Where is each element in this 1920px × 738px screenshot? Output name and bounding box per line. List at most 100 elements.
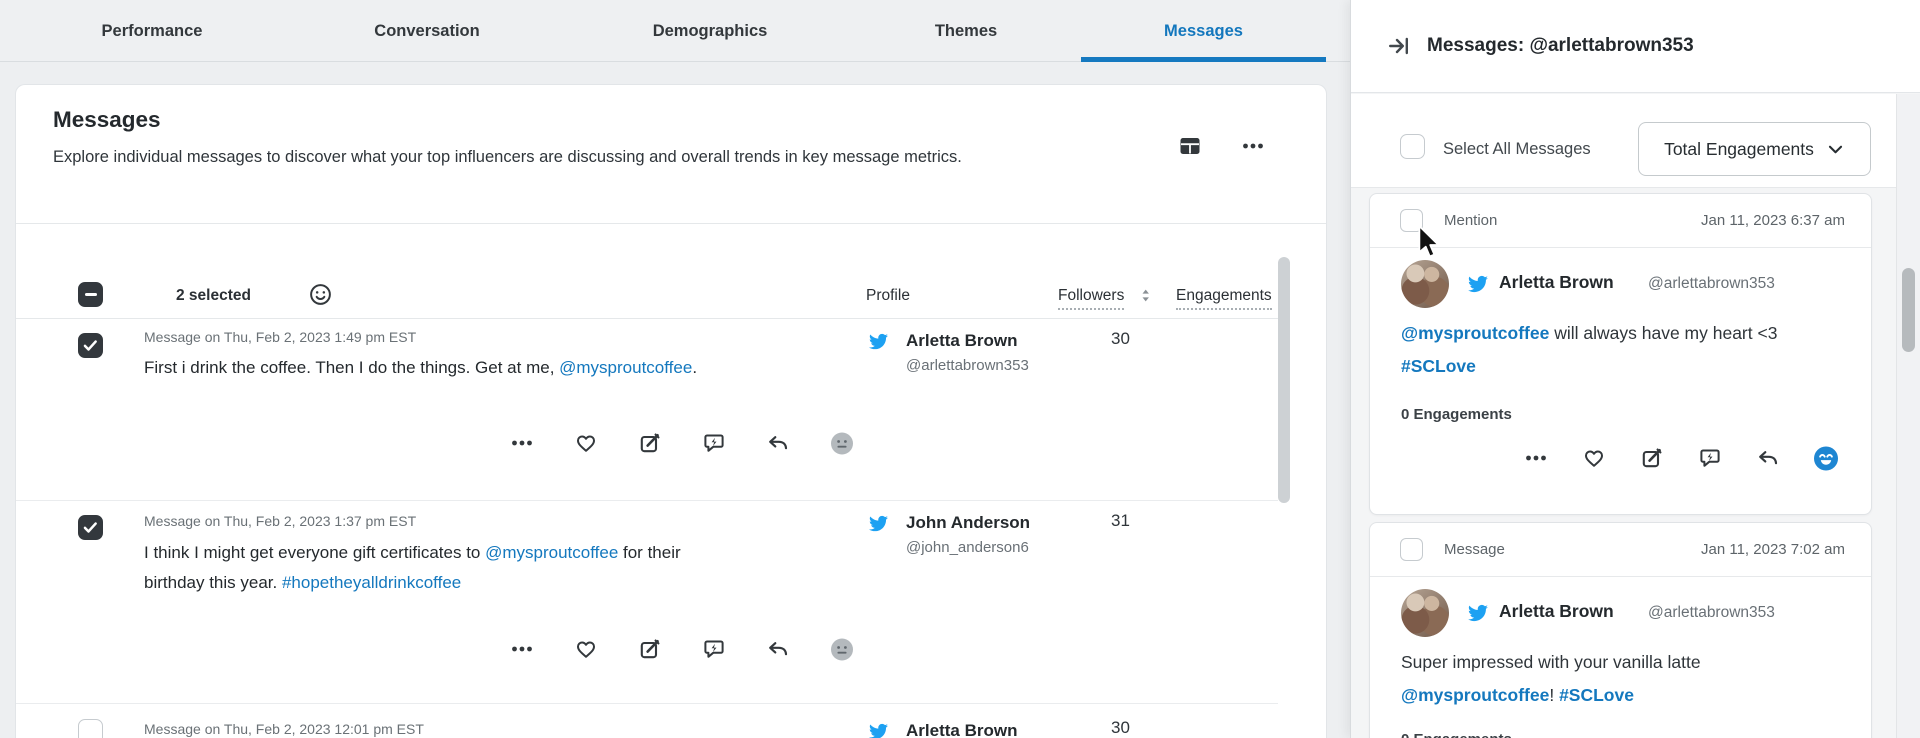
profile-name[interactable]: Arletta Brown	[906, 331, 1017, 351]
page-description: Explore individual messages to discover …	[53, 148, 962, 166]
collapse-panel-icon[interactable]	[1387, 34, 1411, 58]
tab-performance[interactable]: Performance	[92, 0, 212, 62]
tab-conversation[interactable]: Conversation	[364, 0, 490, 62]
chevron-down-icon	[1828, 145, 1842, 153]
avatar	[1401, 260, 1449, 308]
profile-handle: @arlettabrown353	[1648, 275, 1775, 292]
message-card[interactable]: Mention Jan 11, 2023 6:37 am Arletta Bro…	[1369, 193, 1872, 515]
select-all-messages-checkbox[interactable]	[1400, 134, 1425, 159]
profile-handle: @arlettabrown353	[906, 357, 1029, 374]
engagements-count: 0 Engagements	[1401, 406, 1512, 423]
more-options-icon[interactable]	[1239, 132, 1266, 159]
profile-name[interactable]: Arletta Brown	[1499, 601, 1614, 622]
table-header-row: 2 selected Profile Followers Engagements	[16, 224, 1278, 319]
card-checkbox[interactable]	[1400, 209, 1423, 232]
reply-icon[interactable]	[1756, 446, 1780, 470]
page-title: Messages	[53, 107, 161, 132]
message-row[interactable]: Message on Thu, Feb 2, 2023 12:01 pm EST…	[16, 704, 1278, 738]
quick-reply-icon[interactable]	[702, 637, 726, 661]
message-meta: Message on Thu, Feb 2, 2023 1:49 pm EST	[144, 329, 417, 345]
message-type-label: Mention	[1444, 212, 1498, 229]
message-link[interactable]: @mysproutcoffee	[559, 358, 692, 377]
messages-detail-panel: Messages: @arlettabrown353 Select All Me…	[1350, 0, 1920, 738]
sort-dropdown[interactable]: Total Engagements	[1638, 122, 1871, 176]
message-meta: Message on Thu, Feb 2, 2023 12:01 pm EST	[144, 721, 424, 737]
sentiment-neutral-icon[interactable]	[830, 637, 854, 661]
like-icon[interactable]	[574, 637, 598, 661]
select-all-checkbox[interactable]	[78, 282, 103, 307]
followers-value: 30	[1111, 329, 1130, 348]
selected-count: 2 selected	[176, 287, 251, 304]
more-options-icon[interactable]	[1524, 446, 1548, 470]
table-view-icon[interactable]	[1176, 132, 1203, 159]
message-row[interactable]: Message on Thu, Feb 2, 2023 1:49 pm EST …	[16, 319, 1278, 501]
message-text: First i drink the coffee. Then I do the …	[144, 358, 698, 377]
message-link[interactable]: #SCLove	[1401, 356, 1476, 376]
profile-handle: @arlettabrown353	[1648, 604, 1775, 621]
sentiment-positive-icon[interactable]	[1814, 445, 1838, 471]
message-link[interactable]: #SCLove	[1559, 685, 1634, 705]
compose-icon[interactable]	[1640, 446, 1664, 470]
row-checkbox[interactable]	[78, 333, 103, 358]
panel-header: Messages: @arlettabrown353	[1351, 0, 1920, 93]
reply-icon[interactable]	[766, 637, 790, 661]
twitter-icon	[1468, 603, 1488, 623]
followers-value: 31	[1111, 511, 1130, 530]
sort-carets-icon[interactable]	[1136, 284, 1155, 306]
column-header-engagements[interactable]: Engagements	[1176, 287, 1272, 310]
compose-icon[interactable]	[638, 431, 662, 455]
row-checkbox[interactable]	[78, 515, 103, 540]
tab-messages[interactable]: Messages	[1081, 0, 1326, 62]
panel-scrollbar[interactable]	[1896, 94, 1920, 738]
profile-name[interactable]: John Anderson	[906, 513, 1030, 533]
report-tabbar: Performance Conversation Demographics Th…	[0, 0, 1350, 62]
message-card[interactable]: Message Jan 11, 2023 7:02 am Arletta Bro…	[1369, 522, 1872, 738]
twitter-icon	[869, 332, 888, 351]
more-options-icon[interactable]	[510, 637, 534, 661]
profile-handle: @john_anderson6	[906, 539, 1029, 556]
profile-name[interactable]: Arletta Brown	[1499, 272, 1614, 293]
panel-message-list: Mention Jan 11, 2023 6:37 am Arletta Bro…	[1351, 188, 1897, 738]
message-text: Super impressed with your vanilla latte …	[1401, 652, 1701, 705]
followers-value: 30	[1111, 718, 1130, 737]
quick-reply-icon[interactable]	[702, 431, 726, 455]
panel-subheader: Select All Messages Total Engagements	[1351, 94, 1897, 188]
panel-title: Messages: @arlettabrown353	[1427, 35, 1694, 56]
message-type-label: Message	[1444, 541, 1505, 558]
column-header-followers[interactable]: Followers	[1058, 287, 1125, 310]
twitter-icon	[869, 514, 888, 533]
messages-table: 2 selected Profile Followers Engagements…	[16, 224, 1278, 738]
message-date: Jan 11, 2023 7:02 am	[1701, 541, 1845, 558]
like-icon[interactable]	[574, 431, 598, 455]
select-all-label: Select All Messages	[1443, 140, 1591, 158]
message-date: Jan 11, 2023 6:37 am	[1701, 212, 1845, 229]
quick-reply-icon[interactable]	[1698, 446, 1722, 470]
messages-report-card: Messages Explore individual messages to …	[15, 84, 1327, 738]
profile-name[interactable]: Arletta Brown	[906, 721, 1017, 738]
message-row[interactable]: Message on Thu, Feb 2, 2023 1:37 pm EST …	[16, 501, 1278, 704]
message-meta: Message on Thu, Feb 2, 2023 1:37 pm EST	[144, 513, 417, 529]
message-link[interactable]: #hopetheyalldrinkcoffee	[282, 573, 461, 592]
panel-scrollbar-thumb[interactable]	[1902, 268, 1915, 352]
message-link[interactable]: @mysproutcoffee	[485, 543, 618, 562]
main-region: Performance Conversation Demographics Th…	[0, 0, 1350, 738]
row-checkbox[interactable]	[78, 719, 103, 738]
message-link[interactable]: @mysproutcoffee	[1401, 685, 1549, 705]
table-scrollbar[interactable]	[1278, 257, 1290, 503]
column-header-profile: Profile	[866, 287, 910, 304]
tab-themes[interactable]: Themes	[928, 0, 1004, 62]
avatar	[1401, 589, 1449, 637]
card-checkbox[interactable]	[1400, 538, 1423, 561]
like-icon[interactable]	[1582, 446, 1606, 470]
message-text: @mysproutcoffee will always have my hear…	[1401, 323, 1778, 376]
message-link[interactable]: @mysproutcoffee	[1401, 323, 1549, 343]
more-options-icon[interactable]	[510, 431, 534, 455]
twitter-icon	[1468, 274, 1488, 294]
engagements-count: 0 Engagements	[1401, 731, 1512, 738]
sentiment-neutral-icon[interactable]	[830, 431, 854, 455]
reply-icon[interactable]	[766, 431, 790, 455]
compose-icon[interactable]	[638, 637, 662, 661]
emoji-filter-icon[interactable]	[308, 282, 333, 307]
message-text: I think I might get everyone gift certif…	[144, 543, 681, 592]
tab-demographics[interactable]: Demographics	[639, 0, 781, 62]
